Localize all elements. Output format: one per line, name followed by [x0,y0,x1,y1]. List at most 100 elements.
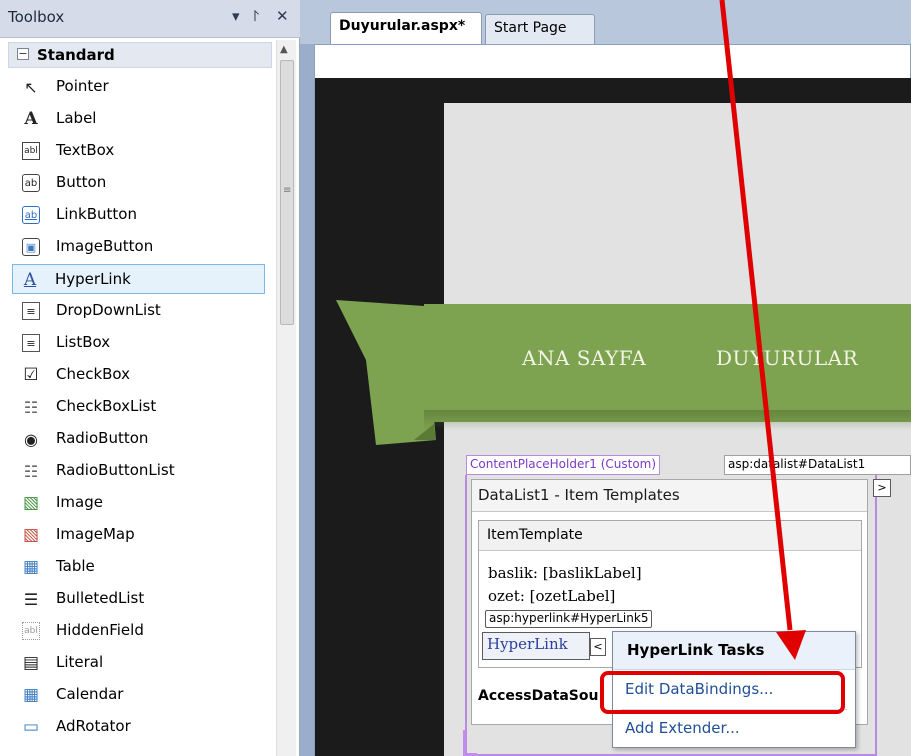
toolbox-item-label: ImageMap [56,525,135,543]
ozet-binding-text[interactable]: ozet: [ozetLabel] [488,587,615,605]
pointer-icon: ↖ [24,77,38,97]
dropdownlist-icon: ≡ [22,302,40,320]
toolbox-item-label: Button [56,173,107,191]
toolbox-item-radiobutton[interactable]: ◉ RadioButton [14,424,264,454]
banner-shadow [424,410,911,430]
toolbox-item-calendar[interactable]: ▦ Calendar [14,680,264,710]
datalist-smart-tag-icon[interactable]: > [873,479,891,497]
calendar-icon: ▦ [22,685,40,705]
toolbox-item-label: Pointer [56,77,109,95]
toolbox-item-listbox[interactable]: ≡ ListBox [14,328,264,358]
document-tab-strip: Duyurular.aspx* Start Page [300,0,911,45]
toolbox-item-label[interactable]: A Label [14,104,264,134]
itemtemplate-label: ItemTemplate [487,527,583,543]
contentplaceholder-corner [463,730,477,756]
toolbox-item-label: BulletedList [56,589,145,607]
section-label: Standard [37,46,115,64]
hyperlink-control[interactable]: HyperLink [482,632,590,660]
hyperlink-text: HyperLink [487,635,568,653]
scrollbar-thumb[interactable]: ≡ [280,60,294,325]
hyperlink-icon: A [23,270,37,290]
toolbox-item-checkboxlist[interactable]: ☷ CheckBoxList [14,392,264,422]
datalist-tag[interactable]: asp:datalist#DataList1 [724,455,911,475]
nav-link-duyurular[interactable]: DUYURULAR [716,346,858,370]
tab-duyurular-aspx[interactable]: Duyurular.aspx* [330,12,482,45]
button-icon: ab [22,174,40,192]
nav-link-ana-sayfa[interactable]: ANA SAYFA [522,346,646,370]
collapse-icon[interactable]: − [17,48,29,60]
scrollbar-grip-icon: ≡ [283,185,292,196]
literal-icon: ▤ [22,653,40,673]
toolbox-item-pointer[interactable]: ↖ Pointer [14,72,264,102]
toolbox-item-table[interactable]: ▦ Table [14,552,264,582]
toolbox-item-label: TextBox [56,141,115,159]
toolbox-item-hiddenfield[interactable]: abl HiddenField [14,616,264,646]
toolbox-item-label: CheckBoxList [56,397,157,415]
toolbox-item-label: RadioButtonList [56,461,175,479]
auto-hide-pin-icon[interactable]: ⨡ [253,7,259,25]
listbox-icon: ≡ [22,334,40,352]
radiobuttonlist-icon: ☷ [23,461,39,481]
toolbox-item-bulletedlist[interactable]: ☰ BulletedList [14,584,264,614]
imagebutton-icon: ▣ [22,238,40,256]
tab-start-page[interactable]: Start Page [485,14,595,44]
toolbox-item-label: Image [56,493,103,511]
table-icon: ▦ [22,557,40,577]
radiobutton-icon: ◉ [24,429,38,449]
toolbox-item-linkbutton[interactable]: ab LinkButton [14,200,264,230]
imagemap-icon: ▧ [22,525,40,545]
hyperlink-smart-tag-icon[interactable]: < [590,638,606,656]
close-icon[interactable]: ✕ [276,7,289,25]
itemtemplate-header: ItemTemplate [479,521,861,551]
toolbox-item-label: HyperLink [55,270,131,288]
image-icon: ▧ [22,493,40,513]
toolbox-item-textbox[interactable]: abl TextBox [14,136,264,166]
toolbox-item-label: Label [56,109,97,127]
tasks-menu-header: HyperLink Tasks [613,632,855,670]
toolbox-item-label: Literal [56,653,104,671]
toolbox-item-imagemap[interactable]: ▧ ImageMap [14,520,264,550]
toolbox-item-label: HiddenField [56,621,144,639]
toolbox-item-adrotator[interactable]: ▭ AdRotator [14,712,264,742]
label-icon: A [24,109,38,129]
linkbutton-icon: ab [22,206,40,224]
add-extender-link[interactable]: Add Extender... [625,719,740,737]
adrotator-icon: ▭ [22,717,40,737]
toolbox-item-label: ImageButton [56,237,154,255]
textbox-icon: abl [22,142,40,160]
hyperlink-control-tag[interactable]: asp:hyperlink#HyperLink5 [485,610,653,628]
toolbox-item-label: Calendar [56,685,124,703]
toolbox-item-imagebutton[interactable]: ▣ ImageButton [14,232,264,262]
toolbox-item-label: DropDownList [56,301,161,319]
datalist-title: DataList1 - Item Templates [478,486,680,504]
toolbox-item-dropdownlist[interactable]: ≡ DropDownList [14,296,264,326]
checkboxlist-icon: ☷ [23,397,39,417]
window-position-dropdown-icon[interactable]: ▾ [232,7,240,25]
toolbox-item-image[interactable]: ▧ Image [14,488,264,518]
toolbox-panel: Toolbox ▾ ⨡ ✕ − Standard ↖ Pointer A Lab… [0,0,300,756]
toolbox-item-button[interactable]: ab Button [14,168,264,198]
toolbox-item-radiobuttonlist[interactable]: ☷ RadioButtonList [14,456,264,486]
accessdatasource-control[interactable]: AccessDataSou [478,688,606,704]
toolbox-item-hyperlink[interactable]: A HyperLink [12,264,265,294]
annotation-highlight-box [600,671,845,714]
baslik-binding-text[interactable]: baslik: [baslikLabel] [488,564,642,582]
toolbox-header: Toolbox ▾ ⨡ ✕ [0,0,300,38]
toolbox-item-label: RadioButton [56,429,149,447]
toolbox-item-literal[interactable]: ▤ Literal [14,648,264,678]
toolbox-item-label: LinkButton [56,205,137,223]
toolbox-scrollbar[interactable]: ▲ ≡ [276,40,296,756]
toolbox-item-checkbox[interactable]: ☑ CheckBox [14,360,264,390]
scroll-up-arrow-icon[interactable]: ▲ [280,44,288,55]
toolbox-item-label: CheckBox [56,365,131,383]
toolbox-title: Toolbox [8,8,65,26]
toolbox-item-label: Table [56,557,95,575]
contentplaceholder-tag[interactable]: ContentPlaceHolder1 (Custom) [466,455,661,475]
toolbox-section-standard[interactable]: − Standard [8,42,272,68]
hiddenfield-icon: abl [22,622,40,640]
toolbox-item-label: AdRotator [56,717,131,735]
datalist-title-bar: DataList1 - Item Templates [472,480,867,512]
toolbox-item-label: ListBox [56,333,111,351]
checkbox-icon: ☑ [23,365,39,385]
tasks-menu-title: HyperLink Tasks [627,641,765,659]
